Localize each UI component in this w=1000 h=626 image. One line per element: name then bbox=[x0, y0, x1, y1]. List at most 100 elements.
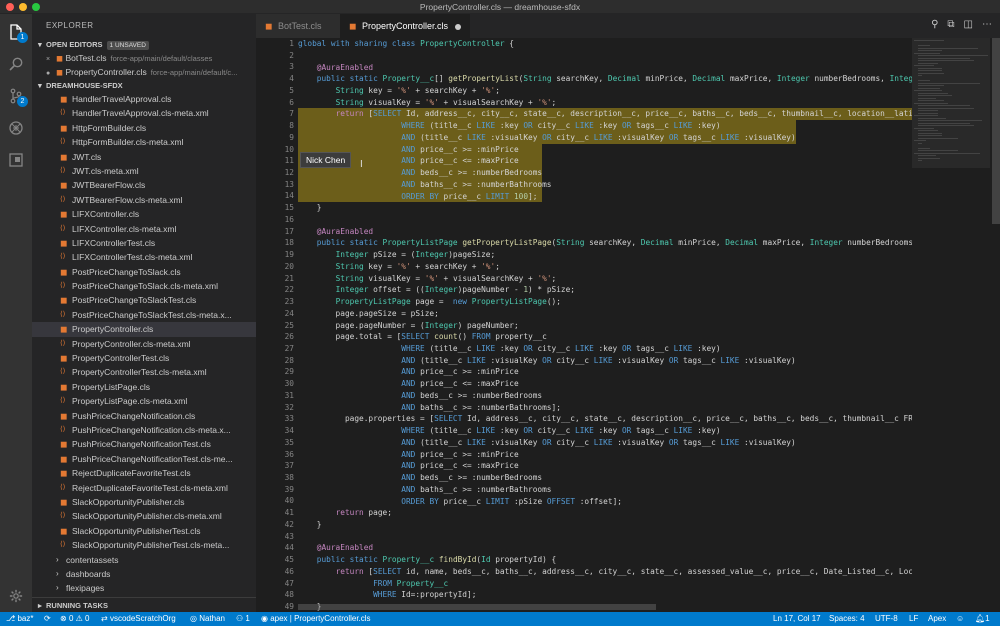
vertical-scrollbar[interactable] bbox=[990, 38, 1000, 612]
eol-status[interactable]: LF bbox=[909, 612, 918, 626]
apex-file-icon: ◼ bbox=[60, 353, 68, 364]
file-item[interactable]: ⟨⟩ PostPriceChangeToSlackTest.cls-meta.x.… bbox=[32, 308, 256, 322]
explorer-icon[interactable]: 1 bbox=[6, 22, 28, 43]
code-line: ORDER BY price__c LIMIT :pSize OFFSET :o… bbox=[401, 496, 622, 506]
running-tasks-header[interactable]: ▸ RUNNING TASKS bbox=[32, 597, 256, 612]
open-editor-item[interactable]: ● ◼ PropertyController.cls force-app/main/… bbox=[32, 65, 256, 79]
file-label: PushPriceChangeNotification.cls bbox=[72, 410, 196, 421]
folder-item[interactable]: › flexipages bbox=[32, 581, 256, 595]
line-number: 15 bbox=[284, 203, 294, 213]
file-item[interactable]: ⟨⟩ SlackOpportunityPublisher.cls-meta.xml bbox=[32, 509, 256, 523]
file-item[interactable]: ◼ SlackOpportunityPublisher.cls bbox=[32, 495, 256, 509]
source-control-icon[interactable]: 2 bbox=[6, 86, 28, 107]
activity-bar: 1 2 bbox=[0, 14, 32, 612]
file-item[interactable]: ◼ HttpFormBuilder.cls bbox=[32, 121, 256, 135]
encoding-status[interactable]: UTF-8 bbox=[875, 612, 898, 626]
open-editors-header[interactable]: ▾ OPEN EDITORS 1 UNSAVED bbox=[32, 38, 256, 51]
minimap-line bbox=[918, 55, 988, 57]
file-item[interactable]: ◼ RejectDuplicateFavoriteTest.cls bbox=[32, 466, 256, 480]
user-status[interactable]: ◎ Nathan bbox=[190, 612, 225, 626]
warning-count: 0 bbox=[85, 614, 90, 623]
xml-file-icon: ⟨⟩ bbox=[60, 310, 66, 318]
file-item[interactable]: ⟨⟩ HttpFormBuilder.cls-meta.xml bbox=[32, 135, 256, 149]
line-number: 5 bbox=[289, 85, 294, 95]
settings-gear-icon[interactable] bbox=[6, 586, 26, 606]
file-item[interactable]: ◼ JWTBearerFlow.cls bbox=[32, 178, 256, 192]
project-header[interactable]: ▾ DREAMHOUSE-SFDX bbox=[32, 79, 256, 92]
file-item[interactable]: ◼ PushPriceChangeNotificationTest.cls bbox=[32, 437, 256, 451]
file-item[interactable]: ⟨⟩ JWT.cls-meta.xml bbox=[32, 164, 256, 178]
code-line: String visualKey = '%' + visualSearchKey… bbox=[335, 97, 557, 107]
chevron-down-icon: ▾ bbox=[38, 40, 42, 49]
open-changes-icon[interactable]: ⧉ bbox=[947, 19, 954, 30]
file-item[interactable]: ⟨⟩ SlackOpportunityPublisherTest.cls-meta… bbox=[32, 538, 256, 552]
file-item[interactable]: ◼ PropertyListPage.cls bbox=[32, 380, 256, 394]
file-item[interactable]: ◼ LIFXController.cls bbox=[32, 207, 256, 221]
cursor-position[interactable]: Ln 17, Col 17 bbox=[773, 612, 821, 626]
more-actions-icon[interactable]: ⋯ bbox=[982, 19, 992, 30]
minimap[interactable] bbox=[912, 38, 990, 612]
file-item[interactable]: ⟨⟩ PropertyListPage.cls-meta.xml bbox=[32, 394, 256, 408]
file-item[interactable]: ⟨⟩ JWTBearerFlow.cls-meta.xml bbox=[32, 193, 256, 207]
file-item[interactable]: ◼ PushPriceChangeNotification.cls bbox=[32, 409, 256, 423]
maximize-window-button[interactable] bbox=[32, 3, 40, 11]
tab-bottest[interactable]: ◼ BotTest.cls bbox=[256, 14, 340, 38]
file-item[interactable]: ⟨⟩ PushPriceChangeNotification.cls-meta.x… bbox=[32, 423, 256, 437]
file-item[interactable]: ◼ PropertyControllerTest.cls bbox=[32, 351, 256, 365]
horizontal-scrollbar[interactable] bbox=[298, 604, 656, 610]
pin-icon[interactable]: ⚲ bbox=[931, 19, 938, 30]
xml-file-icon: ⟨⟩ bbox=[60, 483, 66, 491]
folder-item[interactable]: › dashboards bbox=[32, 567, 256, 581]
minimap-line bbox=[918, 120, 982, 122]
folder-item[interactable]: › contentassets bbox=[32, 553, 256, 567]
code-line: @AuraEnabled bbox=[316, 226, 374, 236]
minimap-line bbox=[914, 102, 948, 104]
scrollbar-thumb[interactable] bbox=[992, 38, 1000, 224]
sync-icon[interactable]: ⟳ bbox=[44, 612, 51, 626]
chevron-right-icon: › bbox=[56, 568, 59, 578]
file-label: SlackOpportunityPublisherTest.cls bbox=[72, 525, 201, 536]
xml-file-icon: ⟨⟩ bbox=[60, 541, 66, 549]
problems-status[interactable]: ⊗ 0 ⚠ 0 bbox=[60, 612, 89, 626]
debug-icon[interactable] bbox=[6, 118, 26, 138]
close-window-button[interactable] bbox=[6, 3, 14, 11]
indentation-status[interactable]: Spaces: 4 bbox=[829, 612, 865, 626]
file-item[interactable]: ⟨⟩ LIFXControllerTest.cls-meta.xml bbox=[32, 250, 256, 264]
language-mode[interactable]: Apex bbox=[928, 612, 946, 626]
org-status[interactable]: ⇄ vscodeScratchOrg bbox=[101, 612, 176, 626]
xml-file-icon: ⟨⟩ bbox=[60, 253, 66, 261]
line-number: 31 bbox=[284, 390, 294, 400]
file-item[interactable]: ⟨⟩ LIFXController.cls-meta.xml bbox=[32, 222, 256, 236]
file-item[interactable]: ⟨⟩ PostPriceChangeToSlack.cls-meta.xml bbox=[32, 279, 256, 293]
extensions-icon[interactable] bbox=[6, 150, 26, 170]
file-item[interactable]: ◼ PostPriceChangeToSlackTest.cls bbox=[32, 293, 256, 307]
search-icon[interactable] bbox=[6, 54, 26, 74]
branch-status[interactable]: ⎇ baz* bbox=[6, 612, 33, 626]
window-controls bbox=[6, 3, 40, 11]
split-editor-icon[interactable]: ◫ bbox=[964, 19, 973, 30]
file-item[interactable]: ◼ PostPriceChangeToSlack.cls bbox=[32, 265, 256, 279]
apex-file-status[interactable]: ◉ apex | PropertyController.cls bbox=[261, 612, 371, 626]
file-item[interactable]: ◼ HandlerTravelApproval.cls bbox=[32, 92, 256, 106]
file-item[interactable]: ◼ SlackOpportunityPublisherTest.cls bbox=[32, 524, 256, 538]
minimize-window-button[interactable] bbox=[19, 3, 27, 11]
file-item[interactable]: ◼ PropertyController.cls bbox=[32, 322, 256, 337]
file-item[interactable]: ◼ LIFXControllerTest.cls bbox=[32, 236, 256, 250]
collaborator-count[interactable]: ⚇ 1 bbox=[236, 612, 250, 626]
explorer-sidebar: EXPLORER ▾ OPEN EDITORS 1 UNSAVED × ◼ BotTe… bbox=[32, 14, 256, 612]
file-item[interactable]: ◼ PushPriceChangeNotificationTest.cls-me.… bbox=[32, 452, 256, 466]
open-editor-item[interactable]: × ◼ BotTest.cls force-app/main/default/cla… bbox=[32, 51, 256, 65]
file-item[interactable]: ⟨⟩ PropertyController.cls-meta.xml bbox=[32, 337, 256, 351]
file-item[interactable]: ⟨⟩ HandlerTravelApproval.cls-meta.xml bbox=[32, 106, 256, 120]
file-item[interactable]: ⟨⟩ RejectDuplicateFavoriteTest.cls-meta.x… bbox=[32, 481, 256, 495]
unsaved-dot-icon[interactable] bbox=[455, 23, 462, 30]
tab-propertycontroller[interactable]: ◼ PropertyController.cls bbox=[340, 14, 470, 38]
code-editor[interactable]: 1 2 3 4 5 6 7 8 9 10 11 12 13 14 15 16 17 18 19 20 21 22 23 24 2… bbox=[256, 38, 1000, 612]
xml-file-icon: ⟨⟩ bbox=[60, 512, 66, 520]
code-area[interactable]: global with sharing class PropertyContro… bbox=[298, 38, 912, 612]
minimap-line bbox=[918, 122, 970, 124]
feedback-smiley-icon[interactable]: ☺ bbox=[956, 612, 964, 626]
notifications-status[interactable]: 🔔︎1 bbox=[975, 612, 990, 626]
file-item[interactable]: ◼ JWT.cls bbox=[32, 150, 256, 164]
file-item[interactable]: ⟨⟩ PropertyControllerTest.cls-meta.xml bbox=[32, 365, 256, 379]
